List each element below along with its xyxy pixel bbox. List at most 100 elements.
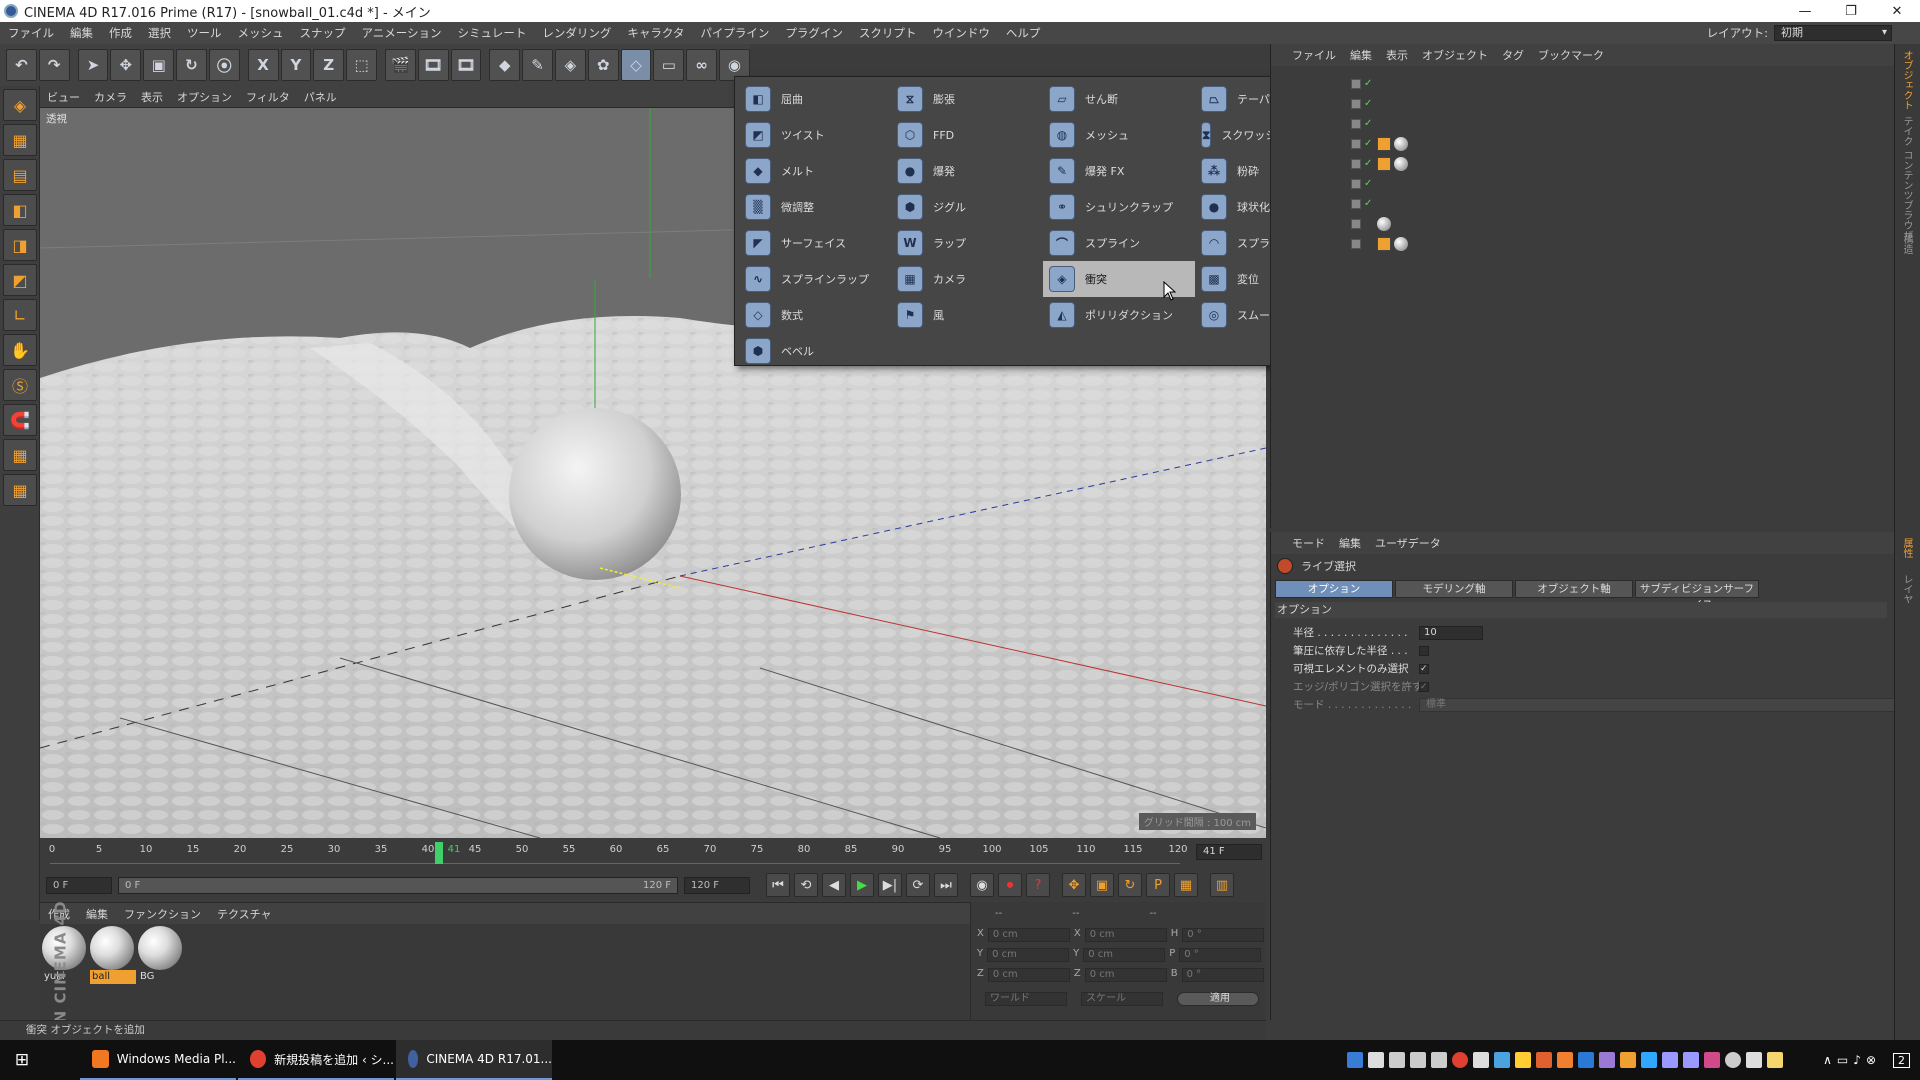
side-tab-attributes[interactable]: 属性 [1899, 538, 1914, 558]
start-frame-field[interactable]: 0 F [46, 876, 112, 894]
live-select-button[interactable]: ➤ [77, 49, 109, 81]
previous-frame-button[interactable]: ◀ [822, 873, 846, 897]
menu-snap[interactable]: スナップ [292, 25, 354, 41]
position-z-field[interactable]: 0 cm [987, 968, 1070, 982]
redo-button[interactable]: ↷ [38, 49, 70, 81]
close-circle-icon[interactable]: ⊗ [1866, 1053, 1876, 1067]
object-menu-view[interactable]: 表示 [1379, 47, 1415, 63]
points-mode-icon[interactable]: ◨ [3, 229, 37, 261]
deformer-polygon-reduction[interactable]: ◭ ポリリダクション [1043, 297, 1195, 333]
visible-check-icon[interactable]: ✓ [1364, 99, 1374, 109]
start-button[interactable]: ⊞ [0, 1040, 44, 1080]
key-pla-button[interactable]: ▦ [1174, 873, 1198, 897]
next-key-button[interactable]: ⟳ [906, 873, 930, 897]
tray-app-icon[interactable] [1431, 1052, 1448, 1068]
phong-tag-icon[interactable] [1377, 157, 1391, 171]
deformer-bevel[interactable]: ⬢ ベベル [739, 333, 891, 369]
lock-workplane-icon[interactable]: ▦ [3, 439, 37, 471]
tray-app-icon[interactable] [1725, 1052, 1742, 1068]
tray-app-icon[interactable] [1494, 1052, 1511, 1068]
scale-z-field[interactable]: 0 cm [1084, 968, 1167, 982]
deformer-mesh[interactable]: ◍ メッシュ [1043, 117, 1195, 153]
render-settings-button[interactable]: 🎞 [450, 49, 482, 81]
current-frame-field[interactable]: 41 F [1196, 844, 1262, 860]
attribute-menu-edit[interactable]: 編集 [1332, 535, 1368, 551]
menu-plugins[interactable]: プラグイン [777, 25, 851, 41]
go-to-end-button[interactable]: ⏭ [934, 873, 958, 897]
position-x-field[interactable]: 0 cm [987, 928, 1070, 942]
object-row[interactable] [1351, 234, 1871, 254]
viewport-menu-panel[interactable]: パネル [297, 89, 344, 105]
tray-app-icon[interactable] [1536, 1052, 1553, 1068]
task-chrome[interactable]: 新規投稿を追加 ‹ シ... [238, 1040, 394, 1080]
material-bg[interactable]: BG [138, 926, 184, 984]
tray-app-icon[interactable] [1641, 1052, 1658, 1068]
tab-modeling-axis[interactable]: モデリング軸 [1395, 580, 1513, 598]
timeline-window-button[interactable]: ▥ [1210, 873, 1234, 897]
deformer-explosion[interactable]: ● 爆発 [891, 153, 1043, 189]
object-menu-bookmarks[interactable]: ブックマーク [1531, 47, 1611, 63]
timeline-ruler[interactable]: 0 5 10 15 20 25 30 35 40 45 50 55 60 65 … [49, 842, 1188, 864]
camera-button[interactable]: ∞ [686, 49, 718, 81]
apply-button[interactable]: 適用 [1177, 992, 1259, 1006]
deformer-formula[interactable]: ◇ 数式 [739, 297, 891, 333]
menu-file[interactable]: ファイル [0, 25, 62, 41]
previous-key-button[interactable]: ⟲ [794, 873, 818, 897]
move-tool-button[interactable]: ✥ [110, 49, 142, 81]
menu-pipeline[interactable]: パイプライン [692, 25, 777, 41]
visible-check-icon[interactable]: ✓ [1364, 159, 1374, 169]
menu-animation[interactable]: アニメーション [354, 25, 450, 41]
rotation-p-field[interactable]: 0 ° [1179, 948, 1262, 962]
attribute-menu-mode[interactable]: モード [1285, 535, 1332, 551]
rotation-h-field[interactable]: 0 ° [1182, 928, 1265, 942]
object-menu-edit[interactable]: 編集 [1343, 47, 1379, 63]
tray-app-icon[interactable] [1368, 1052, 1385, 1068]
scale-x-field[interactable]: 0 cm [1084, 928, 1167, 942]
floor-button[interactable]: ▭ [653, 49, 685, 81]
key-rotation-button[interactable]: ↻ [1118, 873, 1142, 897]
key-parameter-button[interactable]: P [1146, 873, 1170, 897]
visible-only-checkbox[interactable]: ✓ [1419, 663, 1429, 674]
task-windows-media-player[interactable]: Windows Media Pl... [80, 1040, 236, 1080]
visible-check-icon[interactable]: ✓ [1364, 179, 1374, 189]
object-row[interactable]: ✓ [1351, 194, 1871, 214]
tray-app-icon[interactable] [1578, 1052, 1595, 1068]
rotate-tool-button[interactable]: ↻ [176, 49, 207, 81]
material-tag-icon[interactable] [1394, 237, 1408, 251]
menu-render[interactable]: レンダリング [534, 25, 619, 41]
coordinate-system-button[interactable]: ⬚ [346, 49, 377, 81]
x-axis-button[interactable]: X [247, 49, 279, 81]
viewport-menu-camera[interactable]: カメラ [87, 89, 134, 105]
texture-mode-icon[interactable]: ▤ [3, 159, 37, 191]
visible-check-icon[interactable]: ✓ [1364, 139, 1374, 149]
side-tab-structure[interactable]: 構造 [1899, 234, 1914, 254]
task-cinema4d[interactable]: CINEMA 4D R17.01... [396, 1040, 552, 1080]
subdivision-surface-button[interactable]: ◈ [555, 49, 586, 81]
tray-app-icon[interactable] [1599, 1052, 1616, 1068]
pen-spline-button[interactable]: ✎ [522, 49, 553, 81]
object-row[interactable]: ✓ [1351, 94, 1871, 114]
material-menu-texture[interactable]: テクスチャ [209, 906, 280, 922]
key-scale-button[interactable]: ▣ [1090, 873, 1114, 897]
deformer-wrap[interactable]: W ラップ [891, 225, 1043, 261]
phong-tag-icon[interactable] [1377, 137, 1391, 151]
auto-key-button[interactable]: ⏺ [998, 873, 1022, 897]
menu-script[interactable]: スクリプト [851, 25, 925, 41]
visible-check-icon[interactable] [1364, 239, 1374, 249]
deformer-surface[interactable]: ◤ サーフェイス [739, 225, 891, 261]
tweak-mode-icon[interactable]: Ⓢ [3, 369, 37, 401]
playhead[interactable] [435, 842, 443, 864]
record-keys-button[interactable]: ◉ [970, 873, 994, 897]
side-tab-objects[interactable]: オブジェクト [1899, 50, 1914, 110]
object-row[interactable]: ✓ [1351, 174, 1871, 194]
material-menu-function[interactable]: ファンクション [116, 906, 209, 922]
viewport-menu-display[interactable]: 表示 [134, 89, 170, 105]
viewport-menu-view[interactable]: ビュー [40, 89, 87, 105]
deformer-ffd[interactable]: ⬡ FFD [891, 117, 1043, 153]
menu-simulate[interactable]: シミュレート [450, 25, 535, 41]
visible-check-icon[interactable] [1364, 219, 1374, 229]
render-view-button[interactable]: 🎬 [384, 49, 416, 81]
tray-app-icon[interactable] [1347, 1052, 1364, 1068]
make-editable-icon[interactable]: ◈ [3, 89, 37, 121]
undo-button[interactable]: ↶ [6, 49, 37, 81]
